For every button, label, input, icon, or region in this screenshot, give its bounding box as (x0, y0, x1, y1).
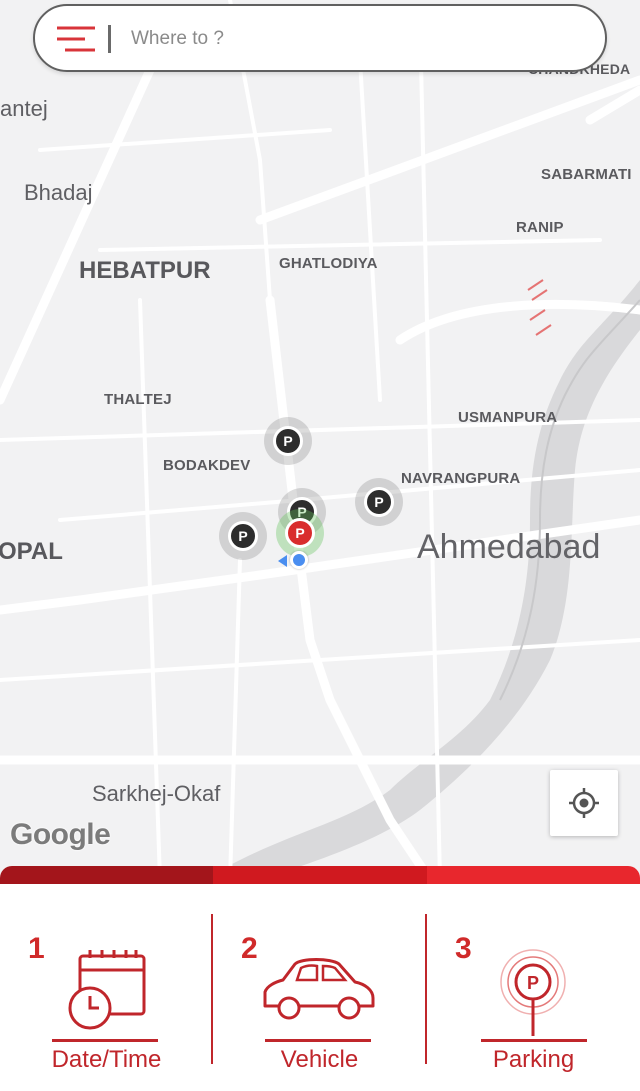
parking-marker-label: P (273, 426, 303, 456)
progress-segment (426, 866, 640, 884)
progress-segment (213, 866, 427, 884)
place-label-navrangpura: NAVRANGPURA (401, 470, 521, 487)
map-view[interactable]: CHANDKHEDA antej Bhadaj SABARMATI RANIP … (0, 0, 640, 880)
svg-text:P: P (527, 973, 539, 993)
booking-progress-bar (0, 866, 640, 884)
step-number: 1 (28, 932, 45, 965)
text-cursor (108, 25, 111, 53)
parking-marker-selected[interactable]: P (276, 509, 324, 557)
place-label-bopal: OPAL (0, 538, 63, 565)
step-vehicle[interactable]: 2 Vehicle (213, 884, 426, 1091)
step-underline (52, 1039, 158, 1042)
booking-steps: 1 Date/Time 2 Vehicle 3 P Parking (0, 884, 640, 1091)
parking-marker-label: P (228, 521, 258, 551)
step-date-time[interactable]: 1 Date/Time (0, 884, 213, 1091)
progress-segment (0, 866, 214, 884)
place-label-thaltej: THALTEJ (104, 391, 172, 408)
car-icon (263, 958, 375, 1020)
place-label-ghatlodiya: GHATLODIYA (279, 255, 378, 272)
place-label-ahmedabad: Ahmedabad (417, 528, 601, 566)
calendar-clock-icon (68, 950, 146, 1030)
heading-arrow-icon (278, 555, 287, 567)
place-label-ranip: RANIP (516, 219, 564, 236)
menu-icon[interactable] (55, 24, 97, 54)
map-roads (0, 0, 640, 880)
step-label: Date/Time (51, 1046, 162, 1073)
step-label: Vehicle (280, 1046, 359, 1073)
search-input[interactable] (131, 24, 571, 54)
place-label-hebatpur: HEBATPUR (79, 257, 211, 284)
my-location-button[interactable] (550, 770, 618, 836)
parking-marker-label: P (285, 518, 315, 548)
parking-marker-label: P (364, 487, 394, 517)
google-attribution: Google (10, 818, 111, 851)
place-label-sarkhej: Sarkhej-Okaf (92, 781, 221, 806)
current-location-dot (290, 551, 308, 569)
parking-marker[interactable]: P (264, 417, 312, 465)
step-label: Parking (492, 1046, 575, 1073)
step-underline (265, 1039, 371, 1042)
step-underline (481, 1039, 587, 1042)
place-label-bhadaj: Bhadaj (24, 180, 93, 205)
step-number: 2 (241, 932, 258, 965)
crosshair-icon (569, 788, 599, 818)
place-label-bodakdev: BODAKDEV (163, 457, 251, 474)
place-label-sabarmati: SABARMATI (541, 166, 632, 183)
search-bar (33, 4, 607, 72)
parking-marker[interactable]: P (355, 478, 403, 526)
place-label-usmanpura: USMANPURA (458, 409, 558, 426)
parking-pin-icon: P (500, 949, 566, 1036)
place-label-santej: antej (0, 96, 48, 121)
parking-marker[interactable]: P (219, 512, 267, 560)
step-parking[interactable]: 3 P Parking (427, 884, 640, 1091)
step-number: 3 (455, 932, 472, 965)
